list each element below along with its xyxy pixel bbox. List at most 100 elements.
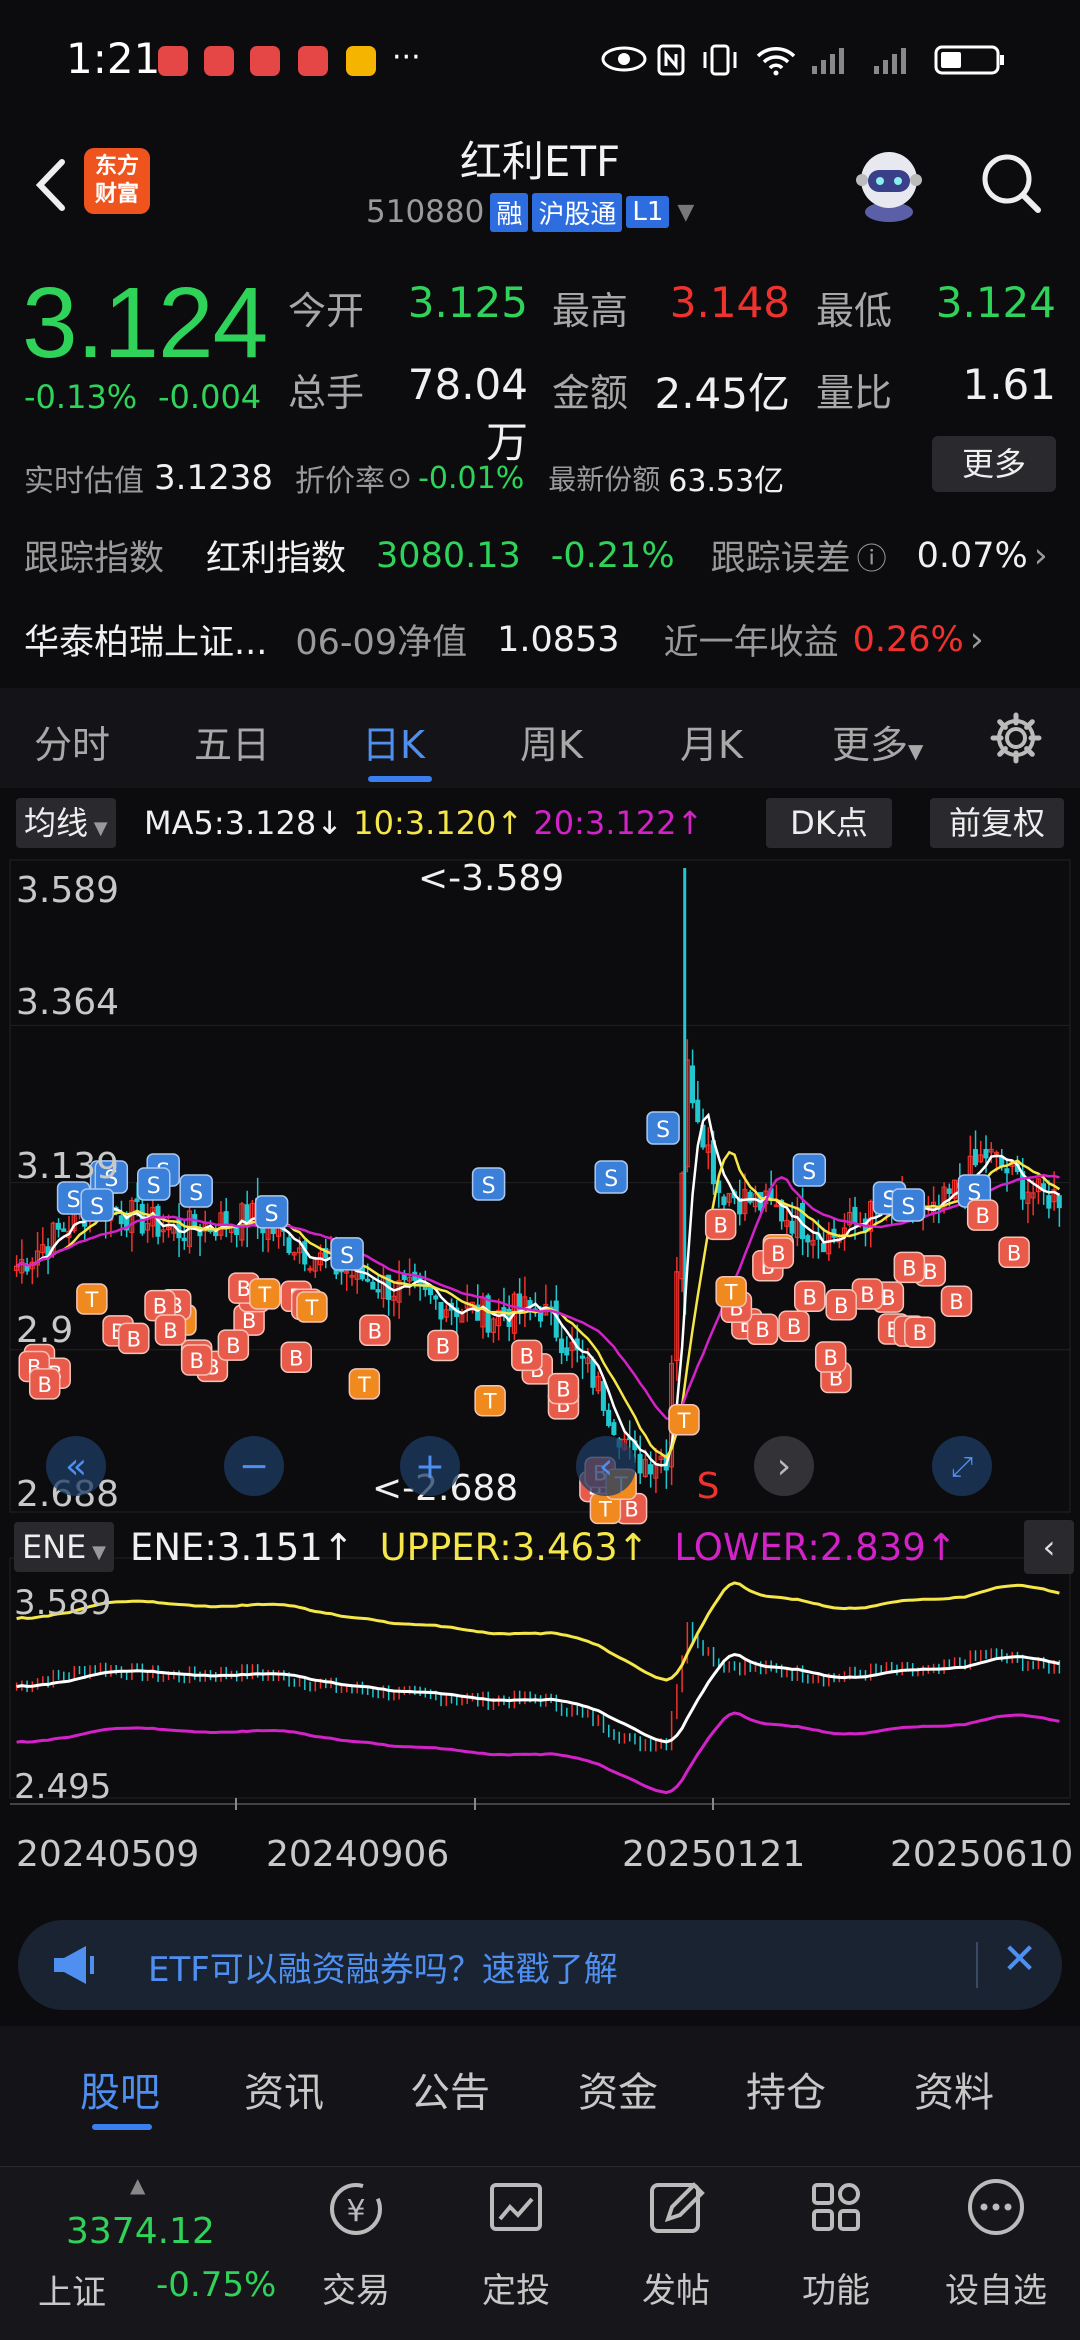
- dk-points-button[interactable]: DK点: [766, 798, 892, 848]
- marker-b: B: [893, 1251, 926, 1284]
- divider: [976, 1942, 978, 1988]
- more-button[interactable]: 更多: [932, 436, 1056, 492]
- collapse-icon[interactable]: ‹: [1024, 1520, 1074, 1574]
- kline-chart[interactable]: SSSSSSSSSSSSSSSSBBBBBBBBBBTBBBTTBBBBBTBT…: [0, 858, 1080, 1918]
- upper-value: UPPER:3.463↑: [379, 1526, 649, 1569]
- svg-text:¥: ¥: [346, 2194, 365, 2229]
- nav-invest-plan[interactable]: 定投: [456, 2169, 576, 2312]
- grid-icon: [812, 2183, 860, 2231]
- ma-values: MA5:3.128↓ 10:3.120↑ 20:3.122↑: [144, 804, 703, 842]
- max-price-label: <-3.589: [418, 858, 564, 899]
- marker-s: S: [792, 1153, 827, 1187]
- tab-funds[interactable]: 资金: [578, 2060, 658, 2118]
- level-tag: L1: [626, 196, 670, 228]
- marker-label: B: [289, 1346, 303, 1370]
- candle-body: [558, 1338, 564, 1354]
- info-icon[interactable]: ⊙: [387, 461, 412, 496]
- lower-value: LOWER:2.839↑: [674, 1526, 957, 1569]
- robot-assistant-icon[interactable]: [850, 142, 928, 224]
- notification-app-icon: [298, 46, 328, 76]
- marker-b: B: [746, 1313, 779, 1345]
- marker-b: B: [511, 1339, 543, 1372]
- tab-holdings[interactable]: 持仓: [746, 2060, 826, 2118]
- security-code: 510880: [366, 194, 485, 230]
- weibo-icon: [346, 46, 376, 76]
- marker-b: B: [217, 1329, 250, 1361]
- chevron-right-icon: ›: [1033, 535, 1048, 576]
- help-icon[interactable]: ⓘ: [857, 534, 887, 578]
- zoom-controls: « − + ‹ › ⤢ S: [46, 1436, 992, 1507]
- marker-b: B: [154, 1314, 187, 1346]
- error-value: 0.07%: [916, 535, 1028, 576]
- settings-gear-icon[interactable]: [990, 712, 1042, 764]
- chart-frame-icon: [490, 2183, 542, 2231]
- bottom-nav: ▲ 3374.12 上证 -0.75% ¥ 交易 定投 发帖 功能 设自选: [0, 2166, 1080, 2340]
- caret-down-icon: ▼: [677, 199, 695, 225]
- candle-body: [852, 1206, 858, 1224]
- security-info[interactable]: 510880 融 沪股通 L1 ▼: [366, 192, 694, 232]
- ma-selector[interactable]: 均线 ▼: [16, 798, 116, 848]
- tab-news[interactable]: 资讯: [244, 2060, 324, 2118]
- candle-body: [370, 1281, 376, 1290]
- marker-b: B: [904, 1316, 936, 1348]
- tab-intraday[interactable]: 分时: [34, 714, 110, 769]
- marker-label: B: [923, 1260, 937, 1284]
- nav-row[interactable]: 华泰柏瑞上证... 06-09净值 1.0853 近一年收益 0.26% ›: [24, 614, 1064, 665]
- shares-label: 最新份额: [548, 463, 661, 496]
- marker-s-label: S: [189, 1181, 203, 1206]
- ratio-value: 1.61: [962, 360, 1056, 409]
- marker-t: T: [668, 1404, 700, 1436]
- tab-weekly-k[interactable]: 周K: [520, 714, 583, 769]
- marker-label: B: [237, 1277, 251, 1301]
- yield-label: 近一年收益: [663, 623, 839, 663]
- tab-more[interactable]: 更多▼: [832, 714, 923, 769]
- wifi-icon: [756, 47, 796, 76]
- notification-app-icon: [204, 46, 234, 76]
- candle-body: [1046, 1195, 1052, 1209]
- candle-body: [590, 1358, 596, 1388]
- amount-value: 2.45亿: [654, 369, 790, 418]
- nav-trade[interactable]: ¥ 交易: [296, 2169, 416, 2312]
- tab-monthly-k[interactable]: 月K: [680, 714, 743, 769]
- nav-watchlist[interactable]: 设自选: [936, 2169, 1056, 2312]
- banner-text: ETF可以融资融券吗？速戳了解: [148, 1950, 618, 1990]
- marker-s: S: [179, 1174, 213, 1208]
- marker-label: B: [189, 1349, 203, 1373]
- more-circle-icon: [968, 2179, 1024, 2235]
- marker-label: B: [368, 1319, 382, 1343]
- candle-body: [648, 1464, 654, 1475]
- search-icon[interactable]: [978, 150, 1044, 216]
- tab-daily-k[interactable]: 日K: [362, 714, 425, 769]
- marker-t: T: [249, 1278, 281, 1310]
- marker-label: B: [1007, 1241, 1021, 1265]
- tab-forum[interactable]: 股吧: [80, 2060, 160, 2118]
- marker-label: B: [226, 1334, 240, 1358]
- adjustment-button[interactable]: 前复权: [930, 798, 1064, 848]
- marker-s-label: S: [147, 1174, 161, 1199]
- estimate-row: 实时估值 3.1238 折价率 ⊙ -0.01% 最新份额 63.53亿: [24, 448, 784, 508]
- info-tabs: 股吧 资讯 公告 资金 持仓 资料: [0, 2026, 1080, 2166]
- tracking-row[interactable]: 跟踪指数 红利指数 3080.13 -0.21% 跟踪误差 ⓘ 0.07% ›: [24, 530, 1064, 581]
- nav-post[interactable]: 发帖: [616, 2169, 736, 2312]
- expand-icon: ⤢: [951, 1450, 973, 1483]
- marker-s-label: S: [482, 1174, 496, 1199]
- ene-value: ENE:3.151↑: [130, 1526, 354, 1569]
- marker-label: B: [975, 1204, 989, 1228]
- candle-body: [721, 1196, 727, 1206]
- marker-label: B: [881, 1286, 895, 1310]
- nav-functions[interactable]: 功能: [776, 2169, 896, 2312]
- marker-label: B: [755, 1318, 769, 1342]
- track-label: 跟踪指数: [24, 539, 165, 579]
- tab-profile[interactable]: 资料: [914, 2060, 994, 2118]
- candle-body: [789, 1220, 795, 1234]
- tab-five-day[interactable]: 五日: [194, 714, 270, 769]
- candle-body: [433, 1295, 439, 1300]
- marker-s-label: S: [265, 1202, 279, 1227]
- y-tick: 3.364: [16, 982, 119, 1023]
- indicator-selector[interactable]: ENE ▼: [14, 1522, 114, 1572]
- promo-banner[interactable]: ETF可以融资融券吗？速戳了解 ✕: [18, 1920, 1062, 2010]
- candle-body: [689, 1065, 695, 1104]
- close-icon[interactable]: ✕: [1002, 1934, 1037, 1983]
- tab-notices[interactable]: 公告: [410, 2060, 490, 2118]
- marker-label: B: [803, 1285, 817, 1309]
